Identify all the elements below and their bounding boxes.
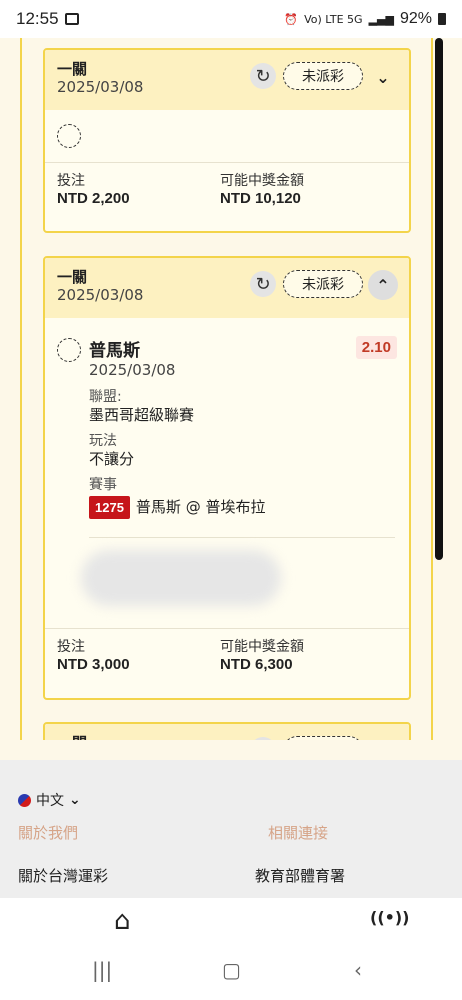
- selection-detail: 普馬斯 2025/03/08 聯盟: 墨西哥超級聯賽 玩法 不讓分 賽事 127…: [45, 318, 409, 628]
- selection-date: 2025/03/08: [89, 361, 176, 379]
- home-button-icon[interactable]: ▢: [222, 958, 241, 982]
- recent-apps-icon[interactable]: |||: [92, 958, 112, 982]
- selection-status-icon: [57, 124, 81, 148]
- bottom-nav: ⌂ ((•)): [0, 898, 462, 944]
- payout-label: 可能中獎金額: [220, 639, 304, 655]
- bet-card-header[interactable]: 一關 ↻: [45, 724, 409, 740]
- stake-label: 投注: [57, 639, 85, 655]
- bet-card: 一關 2025/03/08 ↻ 未派彩 ⌄ 投注 NTD 2,200 可能中獎金…: [43, 48, 411, 233]
- network-indicator: Vo) LTE 5G: [304, 12, 363, 26]
- status-right: ⏰ Vo) LTE 5G ▂▄▆ 92%: [284, 10, 446, 28]
- match-name: 普馬斯 @ 普埃布拉: [135, 498, 266, 516]
- live-icon[interactable]: ((•)): [370, 908, 409, 927]
- selection-row: [45, 110, 409, 162]
- frame-border-right: [431, 38, 433, 740]
- payout-value: NTD 6,300: [220, 656, 293, 673]
- divider: [89, 537, 395, 538]
- flag-icon: [18, 793, 31, 807]
- status-bar: 12:55 ⏰ Vo) LTE 5G ▂▄▆ 92%: [0, 0, 462, 38]
- battery-icon: [438, 13, 446, 25]
- language-selector[interactable]: 中文 ⌄: [18, 790, 81, 810]
- bet-card: 一關 2025/03/08 ↻ 未派彩 ⌃ 普馬斯 2025/03/08 聯盟:…: [43, 256, 411, 700]
- payout-label: 可能中獎金額: [220, 173, 304, 189]
- selection-team: 普馬斯: [89, 341, 140, 361]
- site-footer: 中文 ⌄ 關於我們 相關連接 關於台灣運彩 教育部體育署: [0, 740, 462, 898]
- event-row: 1275 普馬斯 @ 普埃布拉: [89, 496, 397, 519]
- chevron-up-icon[interactable]: ⌃: [368, 270, 398, 300]
- selection-status-icon: [57, 338, 81, 362]
- status-badge: 未派彩: [283, 62, 363, 90]
- frame-border-left: [20, 38, 22, 740]
- bet-list[interactable]: 一關 2025/03/08 ↻ 未派彩 ⌄ 投注 NTD 2,200 可能中獎金…: [0, 38, 462, 740]
- status-badge: 未派彩: [283, 270, 363, 298]
- footer-spacer: [0, 740, 462, 760]
- match-number-badge: 1275: [89, 496, 130, 519]
- odds-badge: 2.10: [355, 336, 397, 359]
- play-value: 不讓分: [89, 450, 135, 468]
- league-value: 墨西哥超級聯賽: [89, 406, 195, 424]
- play-label: 玩法: [89, 433, 117, 449]
- amount-row: 投注 NTD 3,000 可能中獎金額 NTD 6,300: [45, 629, 409, 684]
- about-link[interactable]: 關於台灣運彩: [18, 865, 108, 886]
- language-label: 中文: [36, 793, 64, 809]
- amount-row: 投注 NTD 2,200 可能中獎金額 NTD 10,120: [45, 163, 409, 218]
- links-header: 相關連接: [268, 824, 329, 842]
- alarm-icon: ⏰: [284, 12, 299, 26]
- league-label: 聯盟:: [89, 389, 122, 405]
- about-header: 關於我們: [18, 824, 79, 842]
- chevron-down-icon[interactable]: ⌄: [368, 62, 398, 92]
- system-nav: ||| ▢ ‹: [0, 944, 462, 1000]
- signal-icon: ▂▄▆: [368, 12, 394, 26]
- stake-value: NTD 2,200: [57, 190, 130, 207]
- payout-value: NTD 10,120: [220, 190, 301, 207]
- image-notification-icon: [64, 13, 79, 25]
- home-icon[interactable]: ⌂: [114, 906, 131, 936]
- related-link[interactable]: 教育部體育署: [255, 865, 345, 886]
- stake-value: NTD 3,000: [57, 656, 130, 673]
- refresh-icon[interactable]: ↻: [250, 271, 276, 297]
- status-time: 12:55: [16, 9, 59, 28]
- refresh-icon[interactable]: ↻: [250, 63, 276, 89]
- back-icon[interactable]: ‹: [354, 958, 362, 982]
- bet-card-header[interactable]: 一關 2025/03/08 ↻ 未派彩 ⌄: [45, 50, 409, 110]
- scrollbar[interactable]: [435, 38, 443, 560]
- chevron-down-icon: ⌄: [69, 792, 81, 808]
- redacted-content: [81, 550, 281, 606]
- battery-level: 92%: [399, 10, 432, 27]
- bet-card: 一關 ↻: [43, 722, 411, 740]
- bet-card-header[interactable]: 一關 2025/03/08 ↻ 未派彩 ⌃: [45, 258, 409, 318]
- stake-label: 投注: [57, 173, 85, 189]
- event-label: 賽事: [89, 477, 117, 493]
